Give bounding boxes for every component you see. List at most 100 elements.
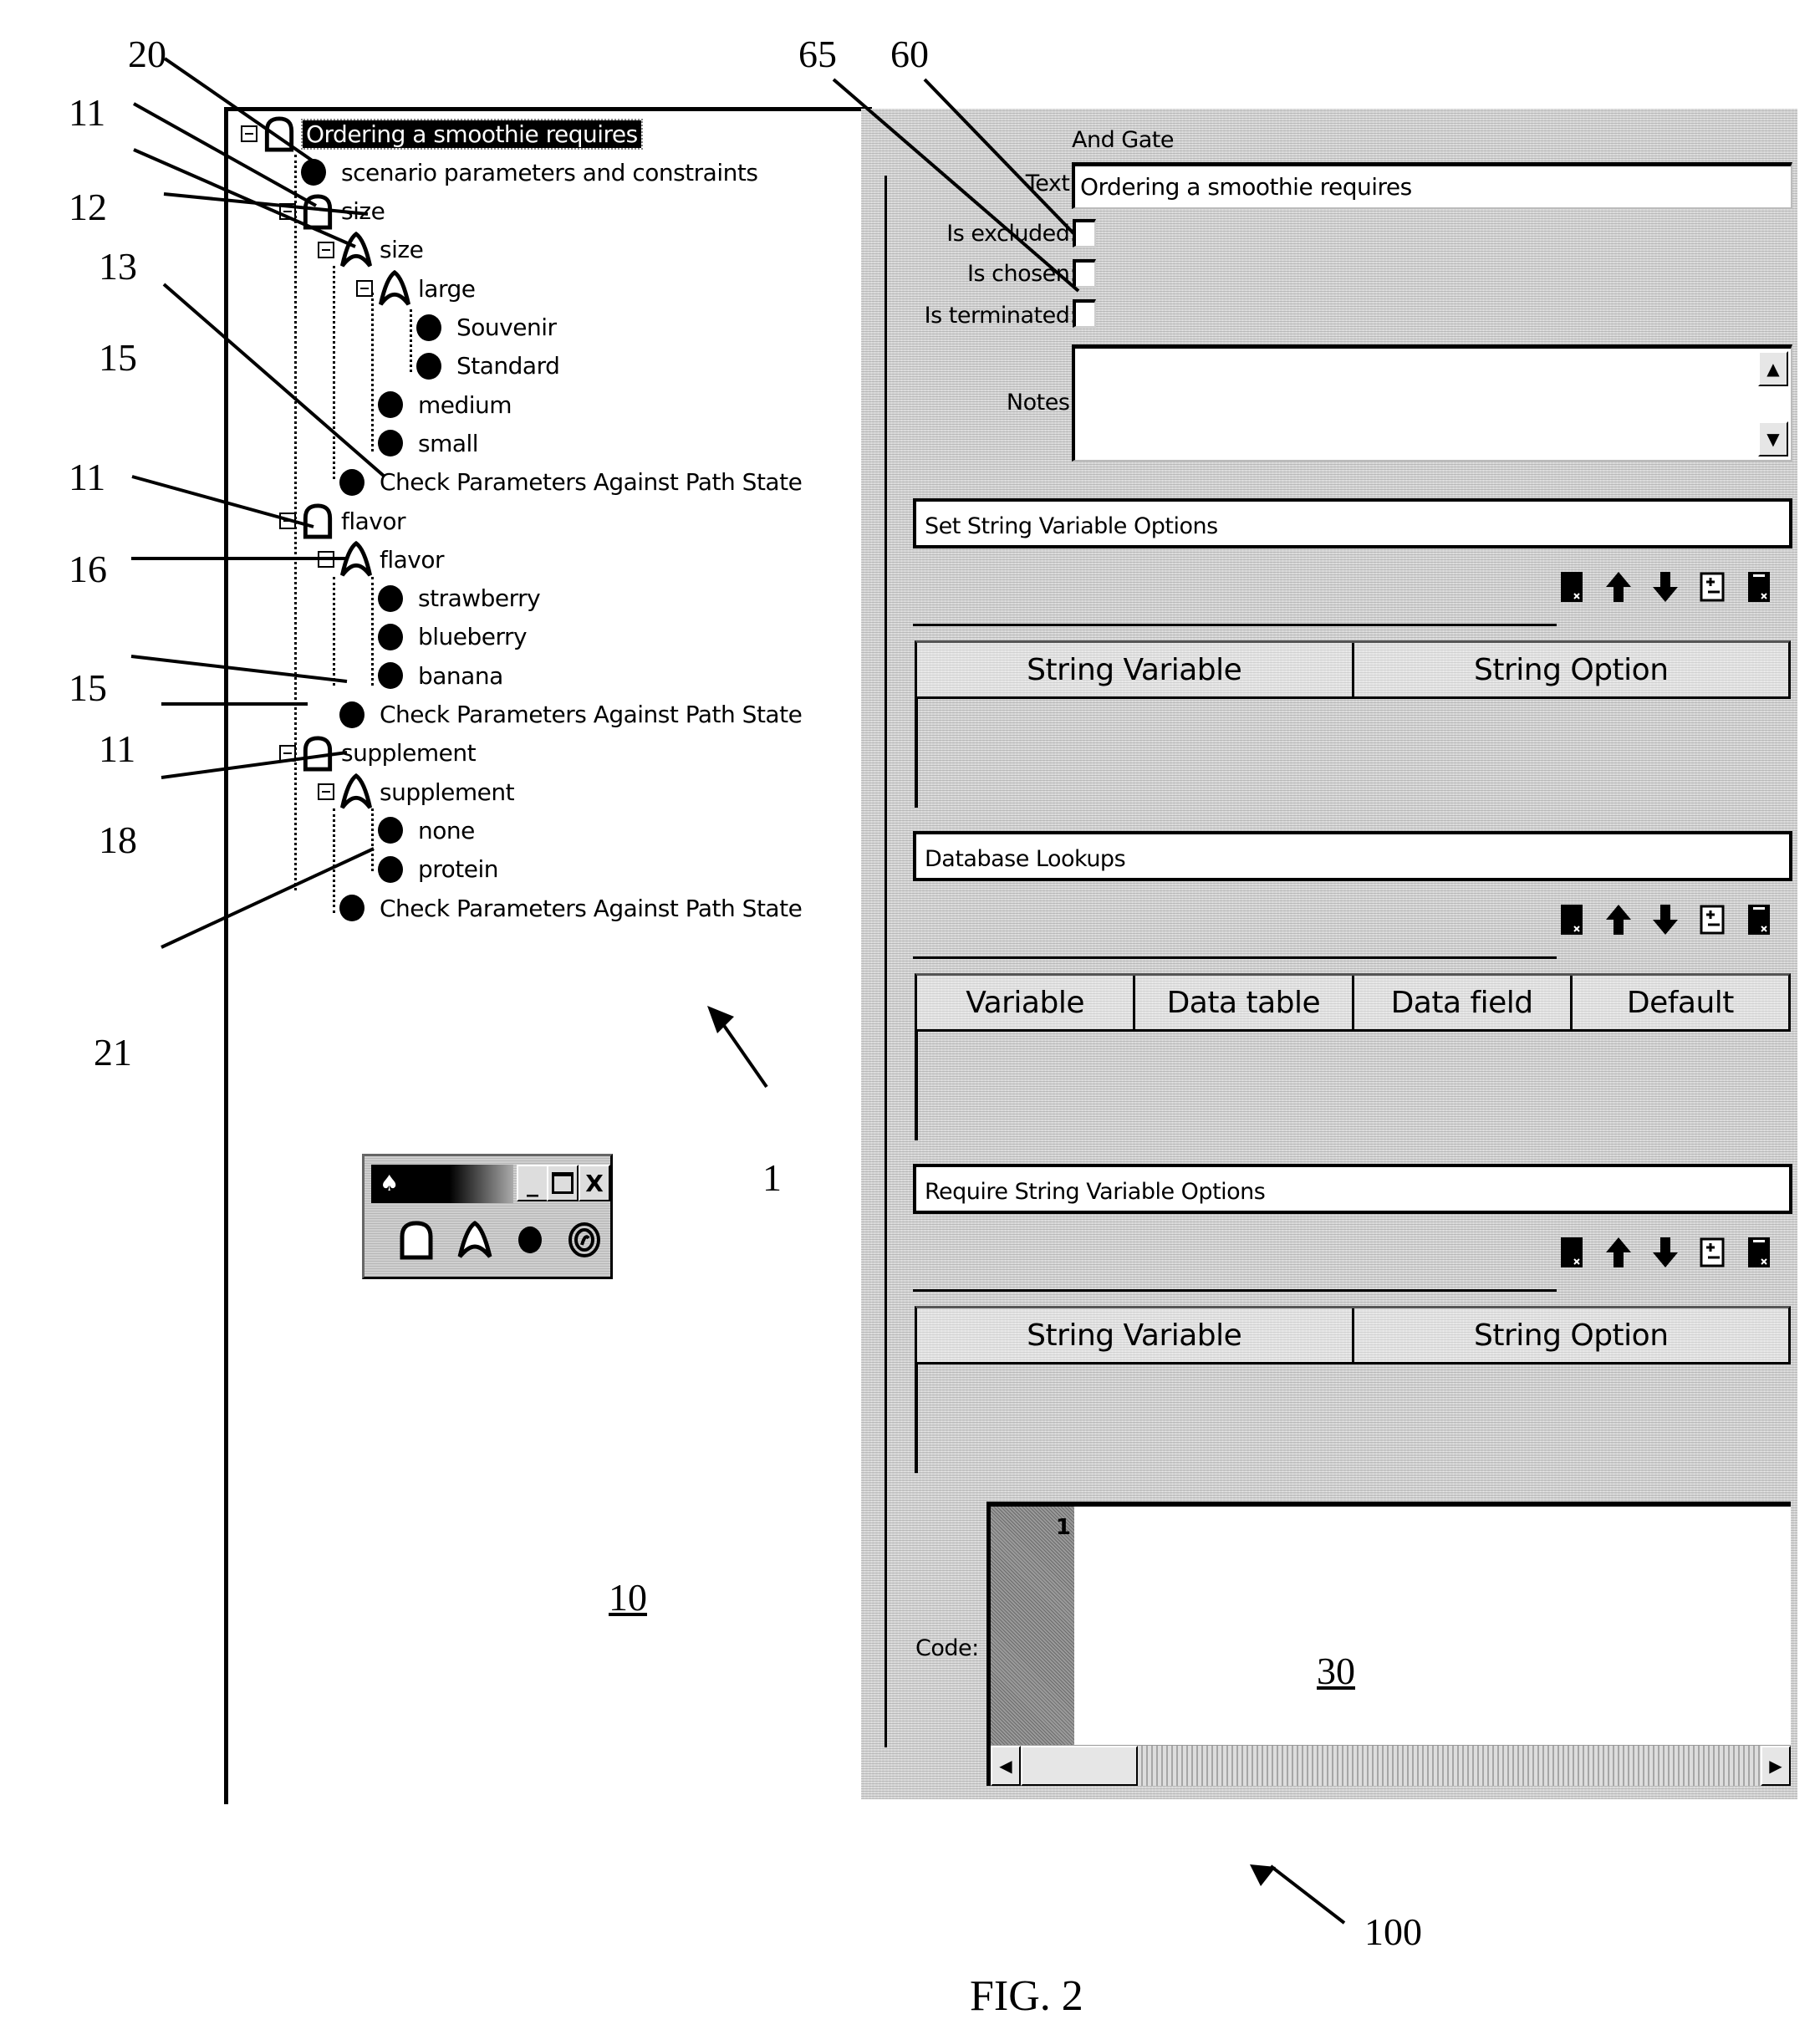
tree-node-label[interactable]: strawberry: [418, 584, 541, 612]
notes-scroll-up-button[interactable]: ▲: [1758, 351, 1788, 386]
tree-node[interactable]: size: [318, 231, 424, 268]
leaf-node-icon: [416, 314, 441, 341]
tree-node-label[interactable]: size: [341, 197, 385, 225]
collapse-toggle-icon[interactable]: [279, 202, 296, 220]
column-header[interactable]: Variable: [917, 976, 1136, 1029]
tree-node-label[interactable]: Check Parameters Against Path State: [380, 468, 803, 496]
leaf-node-icon: [378, 662, 403, 690]
move-up-icon[interactable]: [1603, 1234, 1634, 1271]
tree-node-label[interactable]: flavor: [380, 546, 445, 574]
grid-body[interactable]: [915, 1032, 918, 1140]
tree-node-label[interactable]: Ordering a smoothie requires: [301, 118, 643, 150]
tree-node-label[interactable]: banana: [418, 662, 503, 690]
tree-node-label[interactable]: none: [418, 817, 475, 844]
tree-node[interactable]: flavor: [279, 503, 406, 539]
move-up-icon[interactable]: [1603, 569, 1634, 605]
insert-row-icon[interactable]: [1697, 901, 1727, 938]
move-down-icon[interactable]: [1650, 569, 1680, 605]
tree-node[interactable]: supplement: [318, 773, 515, 809]
code-editor[interactable]: 1 ◀ ▶: [986, 1502, 1791, 1786]
column-header[interactable]: String Option: [1354, 1308, 1789, 1362]
scroll-left-button[interactable]: ◀: [991, 1746, 1021, 1786]
tree-node[interactable]: large: [356, 270, 476, 306]
and-gate-icon[interactable]: [398, 1220, 435, 1260]
ref-18: 18: [99, 819, 137, 861]
collapse-toggle-icon[interactable]: [279, 513, 296, 529]
tree-node[interactable]: Standard: [416, 349, 560, 383]
is-terminated-checkbox[interactable]: [1073, 299, 1096, 328]
tree-node[interactable]: scenario parameters and constraints: [301, 156, 758, 189]
tree-node-label[interactable]: scenario parameters and constraints: [341, 159, 758, 186]
or-gate-icon[interactable]: [456, 1220, 493, 1260]
tree-node-label[interactable]: Souvenir: [456, 314, 557, 341]
column-header[interactable]: String Variable: [917, 643, 1354, 696]
tree-node[interactable]: Check Parameters Against Path State: [339, 698, 803, 732]
clear-icon[interactable]: [1744, 901, 1774, 938]
column-header[interactable]: Default: [1573, 976, 1788, 1029]
tree-node[interactable]: Check Parameters Against Path State: [339, 466, 803, 499]
tree-node[interactable]: blueberry: [378, 620, 528, 654]
tree-node[interactable]: Check Parameters Against Path State: [339, 891, 803, 925]
collapse-toggle-icon[interactable]: [241, 125, 257, 142]
collapse-toggle-icon[interactable]: [279, 744, 296, 762]
tree-node[interactable]: Souvenir: [416, 311, 557, 344]
grid-body[interactable]: [915, 1364, 918, 1473]
tree-node-label[interactable]: large: [418, 275, 476, 303]
collapse-toggle-icon[interactable]: [318, 783, 334, 801]
is-excluded-checkbox[interactable]: [1073, 219, 1096, 247]
tree-node-label[interactable]: blueberry: [418, 623, 528, 650]
tree-node[interactable]: none: [378, 813, 475, 847]
close-button[interactable]: X: [579, 1165, 610, 1201]
scroll-right-button[interactable]: ▶: [1761, 1746, 1791, 1786]
tree-node-label[interactable]: protein: [418, 855, 499, 883]
spiral-icon[interactable]: [567, 1220, 602, 1260]
move-down-icon[interactable]: [1650, 1234, 1680, 1271]
tree-node-label[interactable]: Standard: [456, 352, 560, 380]
insert-row-icon[interactable]: [1697, 569, 1727, 605]
clear-icon[interactable]: [1744, 1234, 1774, 1271]
code-horizontal-scrollbar[interactable]: ◀ ▶: [991, 1745, 1791, 1786]
move-down-icon[interactable]: [1650, 901, 1680, 938]
tree-node[interactable]: medium: [378, 388, 512, 421]
tree-node[interactable]: protein: [378, 853, 499, 886]
notes-scroll-down-button[interactable]: ▼: [1758, 421, 1788, 456]
tree-node[interactable]: strawberry: [378, 582, 541, 615]
maximize-button[interactable]: [547, 1165, 579, 1201]
tree-node[interactable]: small: [378, 426, 479, 460]
clear-icon[interactable]: [1744, 569, 1774, 605]
tree-node[interactable]: flavor: [318, 541, 445, 577]
scroll-thumb[interactable]: [1021, 1746, 1138, 1786]
leaf-node-icon[interactable]: [515, 1223, 545, 1257]
delete-row-icon[interactable]: [1557, 1234, 1587, 1271]
delete-row-icon[interactable]: [1557, 569, 1587, 605]
column-header[interactable]: Data field: [1354, 976, 1573, 1029]
collapse-toggle-icon[interactable]: [356, 280, 373, 298]
column-header[interactable]: String Variable: [917, 1308, 1354, 1362]
tree-node-label[interactable]: supplement: [341, 739, 477, 767]
text-input[interactable]: [1072, 162, 1792, 209]
notes-textarea[interactable]: [1072, 344, 1792, 462]
column-header[interactable]: Data table: [1135, 976, 1354, 1029]
column-header[interactable]: String Option: [1354, 643, 1789, 696]
minimize-button[interactable]: _: [517, 1165, 548, 1201]
tree-node-label[interactable]: supplement: [380, 778, 515, 806]
tree-node-label[interactable]: small: [418, 430, 479, 457]
tree-node-label[interactable]: medium: [418, 391, 512, 419]
insert-row-icon[interactable]: [1697, 1234, 1727, 1271]
tree-node-label[interactable]: Check Parameters Against Path State: [380, 895, 803, 922]
palette-titlebar[interactable]: ♠: [371, 1165, 513, 1203]
tree-node-label[interactable]: size: [380, 236, 424, 263]
move-up-icon[interactable]: [1603, 901, 1634, 938]
is-chosen-checkbox[interactable]: [1073, 259, 1096, 288]
tree-node[interactable]: banana: [378, 659, 503, 692]
tree-node-label[interactable]: flavor: [341, 507, 406, 535]
delete-row-icon[interactable]: [1557, 901, 1587, 938]
tree-node[interactable]: supplement: [279, 736, 477, 772]
tree-connector-line: [333, 266, 335, 479]
tree-connector-line: [410, 309, 412, 372]
collapse-toggle-icon[interactable]: [318, 551, 334, 569]
collapse-toggle-icon[interactable]: [318, 241, 334, 258]
tree-node-label[interactable]: Check Parameters Against Path State: [380, 701, 803, 728]
tree-node[interactable]: Ordering a smoothie requires: [241, 116, 643, 152]
grid-body[interactable]: [915, 699, 918, 808]
